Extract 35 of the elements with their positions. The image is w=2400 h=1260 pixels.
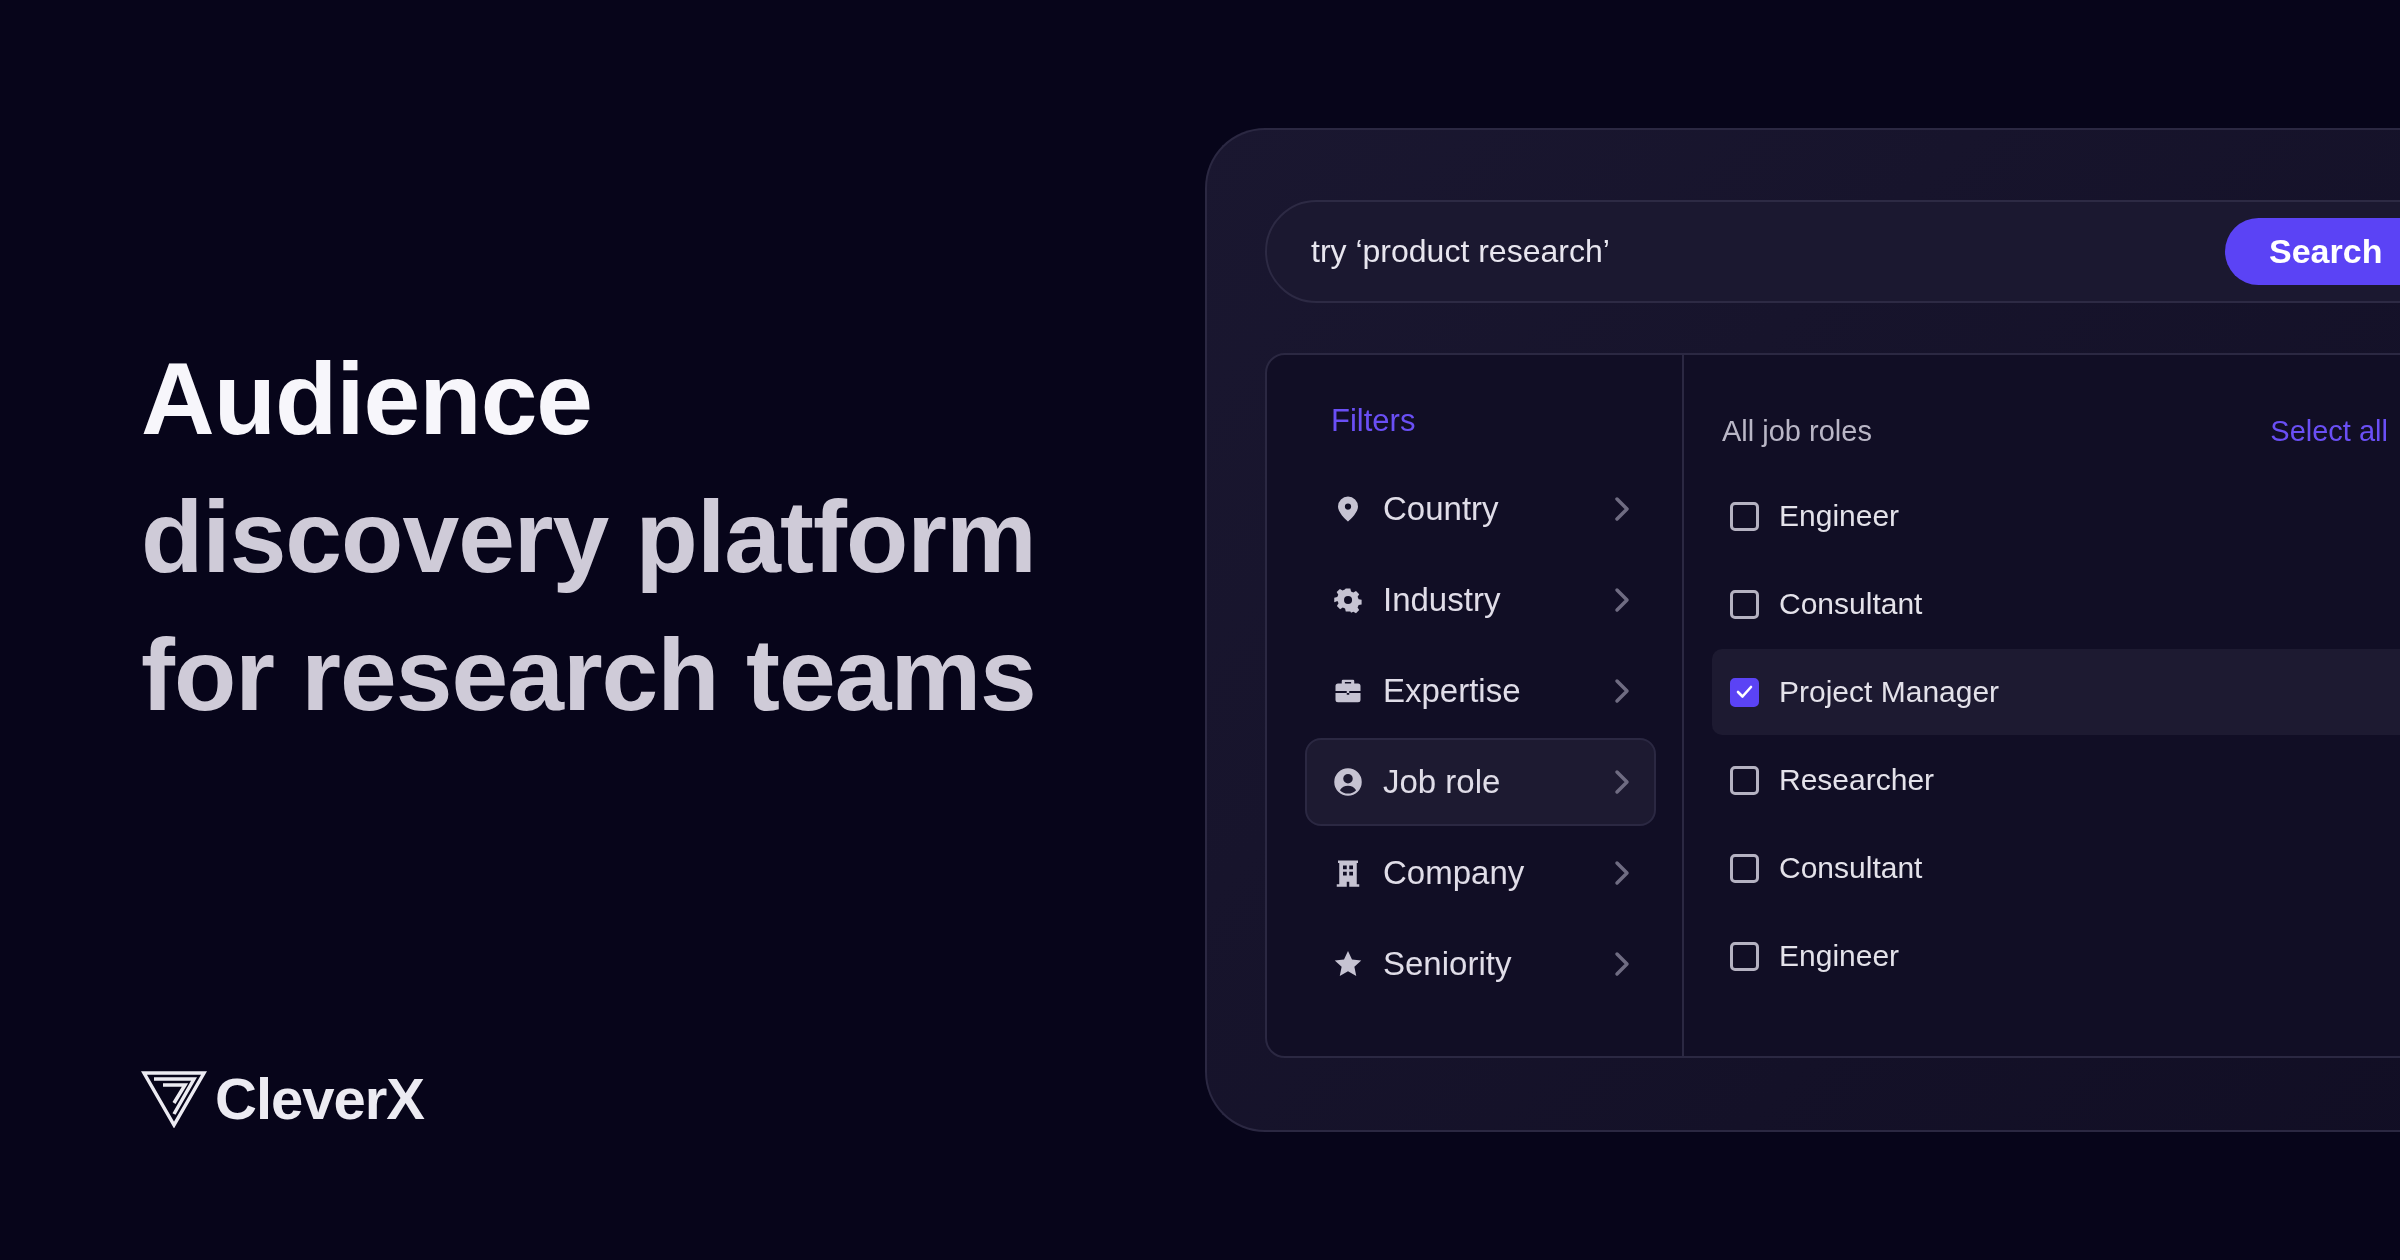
filter-item[interactable]: Country bbox=[1305, 465, 1656, 553]
user-icon bbox=[1333, 767, 1363, 797]
chevron-icon bbox=[1612, 950, 1632, 978]
filters-title: Filters bbox=[1330, 402, 1417, 440]
chevron-icon bbox=[1612, 677, 1632, 705]
checkbox[interactable] bbox=[1730, 765, 1759, 795]
option-label: Engineer bbox=[1779, 939, 1900, 973]
filter-item[interactable]: Company bbox=[1305, 829, 1656, 917]
filter-item[interactable]: Seniority bbox=[1305, 920, 1656, 1008]
filter-item[interactable]: Job role bbox=[1305, 738, 1656, 826]
chevron-icon bbox=[1612, 586, 1632, 614]
option-label: Consultant bbox=[1779, 851, 1923, 885]
checkbox[interactable] bbox=[1730, 941, 1759, 971]
option-label: Consultant bbox=[1779, 587, 1923, 621]
checkbox[interactable] bbox=[1730, 677, 1759, 707]
filter-item[interactable]: Expertise bbox=[1305, 647, 1656, 735]
search-button[interactable]: Search bbox=[2225, 218, 2400, 285]
headline-line: for research teams bbox=[141, 617, 1037, 734]
headline-line: discovery platform bbox=[141, 479, 1037, 596]
logo-icon bbox=[141, 1069, 207, 1128]
list-title: All job roles bbox=[1722, 414, 1872, 448]
checkbox[interactable] bbox=[1730, 589, 1759, 619]
option-label: Researcher bbox=[1779, 763, 1935, 797]
option-label: Project Manager bbox=[1779, 675, 2000, 709]
option-label: Engineer bbox=[1779, 499, 1900, 533]
select-all-link[interactable]: Select all bbox=[2270, 414, 2388, 448]
logo-text: CleverX bbox=[215, 1065, 425, 1132]
checkbox[interactable] bbox=[1730, 501, 1759, 531]
headline-line: Audience bbox=[141, 341, 594, 458]
filter-item[interactable]: Industry bbox=[1305, 556, 1656, 644]
chevron-icon bbox=[1612, 859, 1632, 887]
chevron-icon bbox=[1612, 768, 1632, 796]
chevron-icon bbox=[1612, 495, 1632, 523]
checkbox[interactable] bbox=[1730, 853, 1759, 883]
check-icon bbox=[1736, 685, 1753, 699]
